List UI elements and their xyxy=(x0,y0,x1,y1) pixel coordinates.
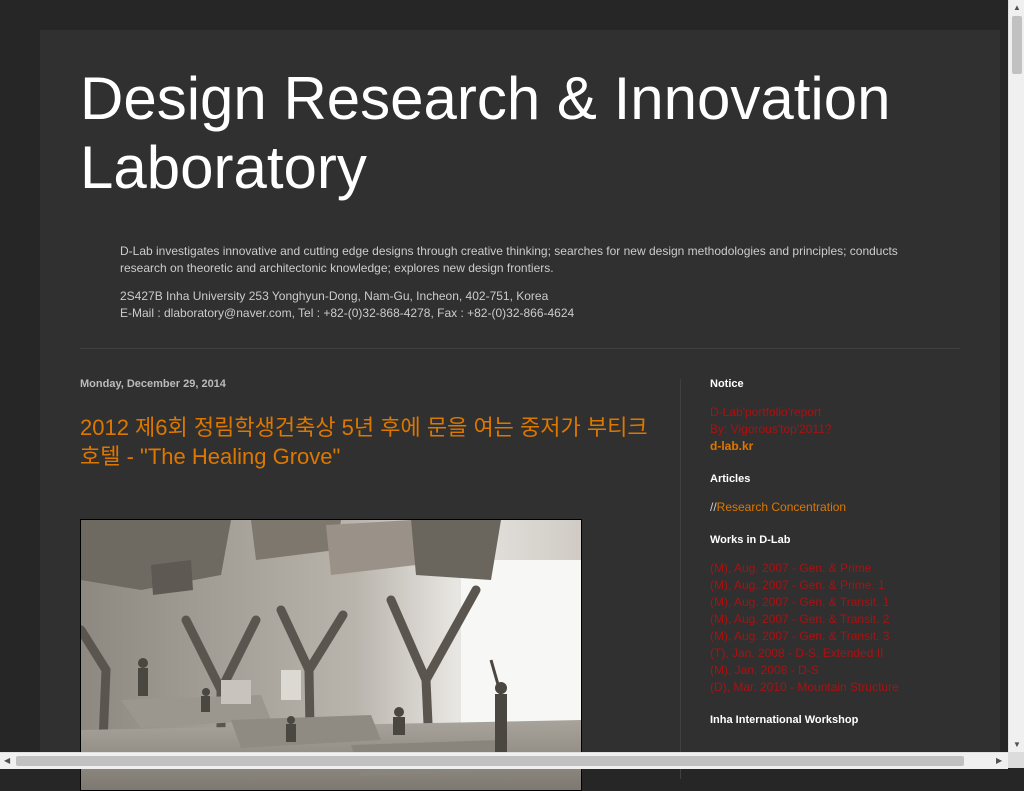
blog-contact: E-Mail : dlaboratory@naver.com, Tel : +8… xyxy=(120,306,575,320)
articles-title: Articles xyxy=(710,473,751,485)
horizontal-scrollbar[interactable]: ◀ ▶ xyxy=(0,752,1008,769)
blog-description: D-Lab investigates innovative and cuttin… xyxy=(120,243,940,322)
works-link-2[interactable]: (M), Aug. 2007 - Gen. & Prime. 1 xyxy=(710,578,885,592)
scroll-left-icon[interactable]: ◀ xyxy=(4,756,10,766)
works-link-6[interactable]: (T), Jan. 2008 - D-S. Extended II xyxy=(710,646,883,660)
scroll-up-icon[interactable]: ▲ xyxy=(1013,3,1021,13)
main-column: Monday, December 29, 2014 2012 제6회 정림학생건… xyxy=(80,378,650,791)
notice-link-1[interactable]: D-Lab'portfolio'report xyxy=(710,405,821,419)
post-title[interactable]: 2012 제6회 정림학생건축상 5년 후에 문을 여는 중저가 부티크 호텔 … xyxy=(80,413,650,471)
header-divider xyxy=(80,348,960,349)
blog-description-text: D-Lab investigates innovative and cuttin… xyxy=(120,244,898,275)
blog-address: 2S427B Inha University 253 Yonghyun-Dong… xyxy=(120,289,549,303)
sidebar: Notice D-Lab'portfolio'report By: Vigoro… xyxy=(710,378,970,744)
blog-container: Design Research & Innovation Laboratory … xyxy=(40,30,1000,791)
notice-widget: Notice D-Lab'portfolio'report By: Vigoro… xyxy=(710,378,970,455)
works-widget: Works in D-Lab (M), Aug. 2007 - Gen. & P… xyxy=(710,534,970,696)
articles-widget: Articles //Research Concentration xyxy=(710,473,970,516)
blog-title[interactable]: Design Research & Innovation Laboratory xyxy=(80,64,960,202)
works-link-1[interactable]: (M), Aug. 2007 - Gen. & Prime xyxy=(710,561,871,575)
post-date: Monday, December 29, 2014 xyxy=(80,378,226,390)
notice-title: Notice xyxy=(710,378,744,390)
vertical-scroll-thumb[interactable] xyxy=(1012,16,1022,74)
notice-link-2[interactable]: By: Vigorous'top'2011? xyxy=(710,422,832,436)
scroll-down-icon[interactable]: ▼ xyxy=(1013,740,1021,750)
notice-link-dlab[interactable]: d-lab.kr xyxy=(710,439,753,453)
workshop-widget: Inha International Workshop xyxy=(710,714,970,726)
vertical-scrollbar[interactable]: ▲ ▼ xyxy=(1008,0,1024,752)
post-image[interactable] xyxy=(80,519,582,791)
scroll-right-icon[interactable]: ▶ xyxy=(996,756,1002,766)
interior-rendering-image xyxy=(81,520,581,790)
sidebar-divider xyxy=(680,379,681,779)
works-link-7[interactable]: (M), Jan. 2008 - D-S xyxy=(710,663,819,677)
works-link-5[interactable]: (M), Aug. 2007 - Gen. & Transit. 3 xyxy=(710,629,889,643)
scrollbar-corner xyxy=(1008,752,1024,768)
works-title: Works in D-Lab xyxy=(710,534,791,546)
articles-prefix: // xyxy=(710,500,717,514)
horizontal-scroll-thumb[interactable] xyxy=(16,756,964,766)
works-link-3[interactable]: (M), Aug. 2007 - Gen. & Transit. 1 xyxy=(710,595,889,609)
works-link-8[interactable]: (D), Mar. 2010 - Mountain Structure xyxy=(710,680,899,694)
works-link-4[interactable]: (M), Aug. 2007 - Gen. & Transit. 2 xyxy=(710,612,889,626)
articles-link-research[interactable]: Research Concentration xyxy=(717,500,846,514)
workshop-title: Inha International Workshop xyxy=(710,714,859,726)
